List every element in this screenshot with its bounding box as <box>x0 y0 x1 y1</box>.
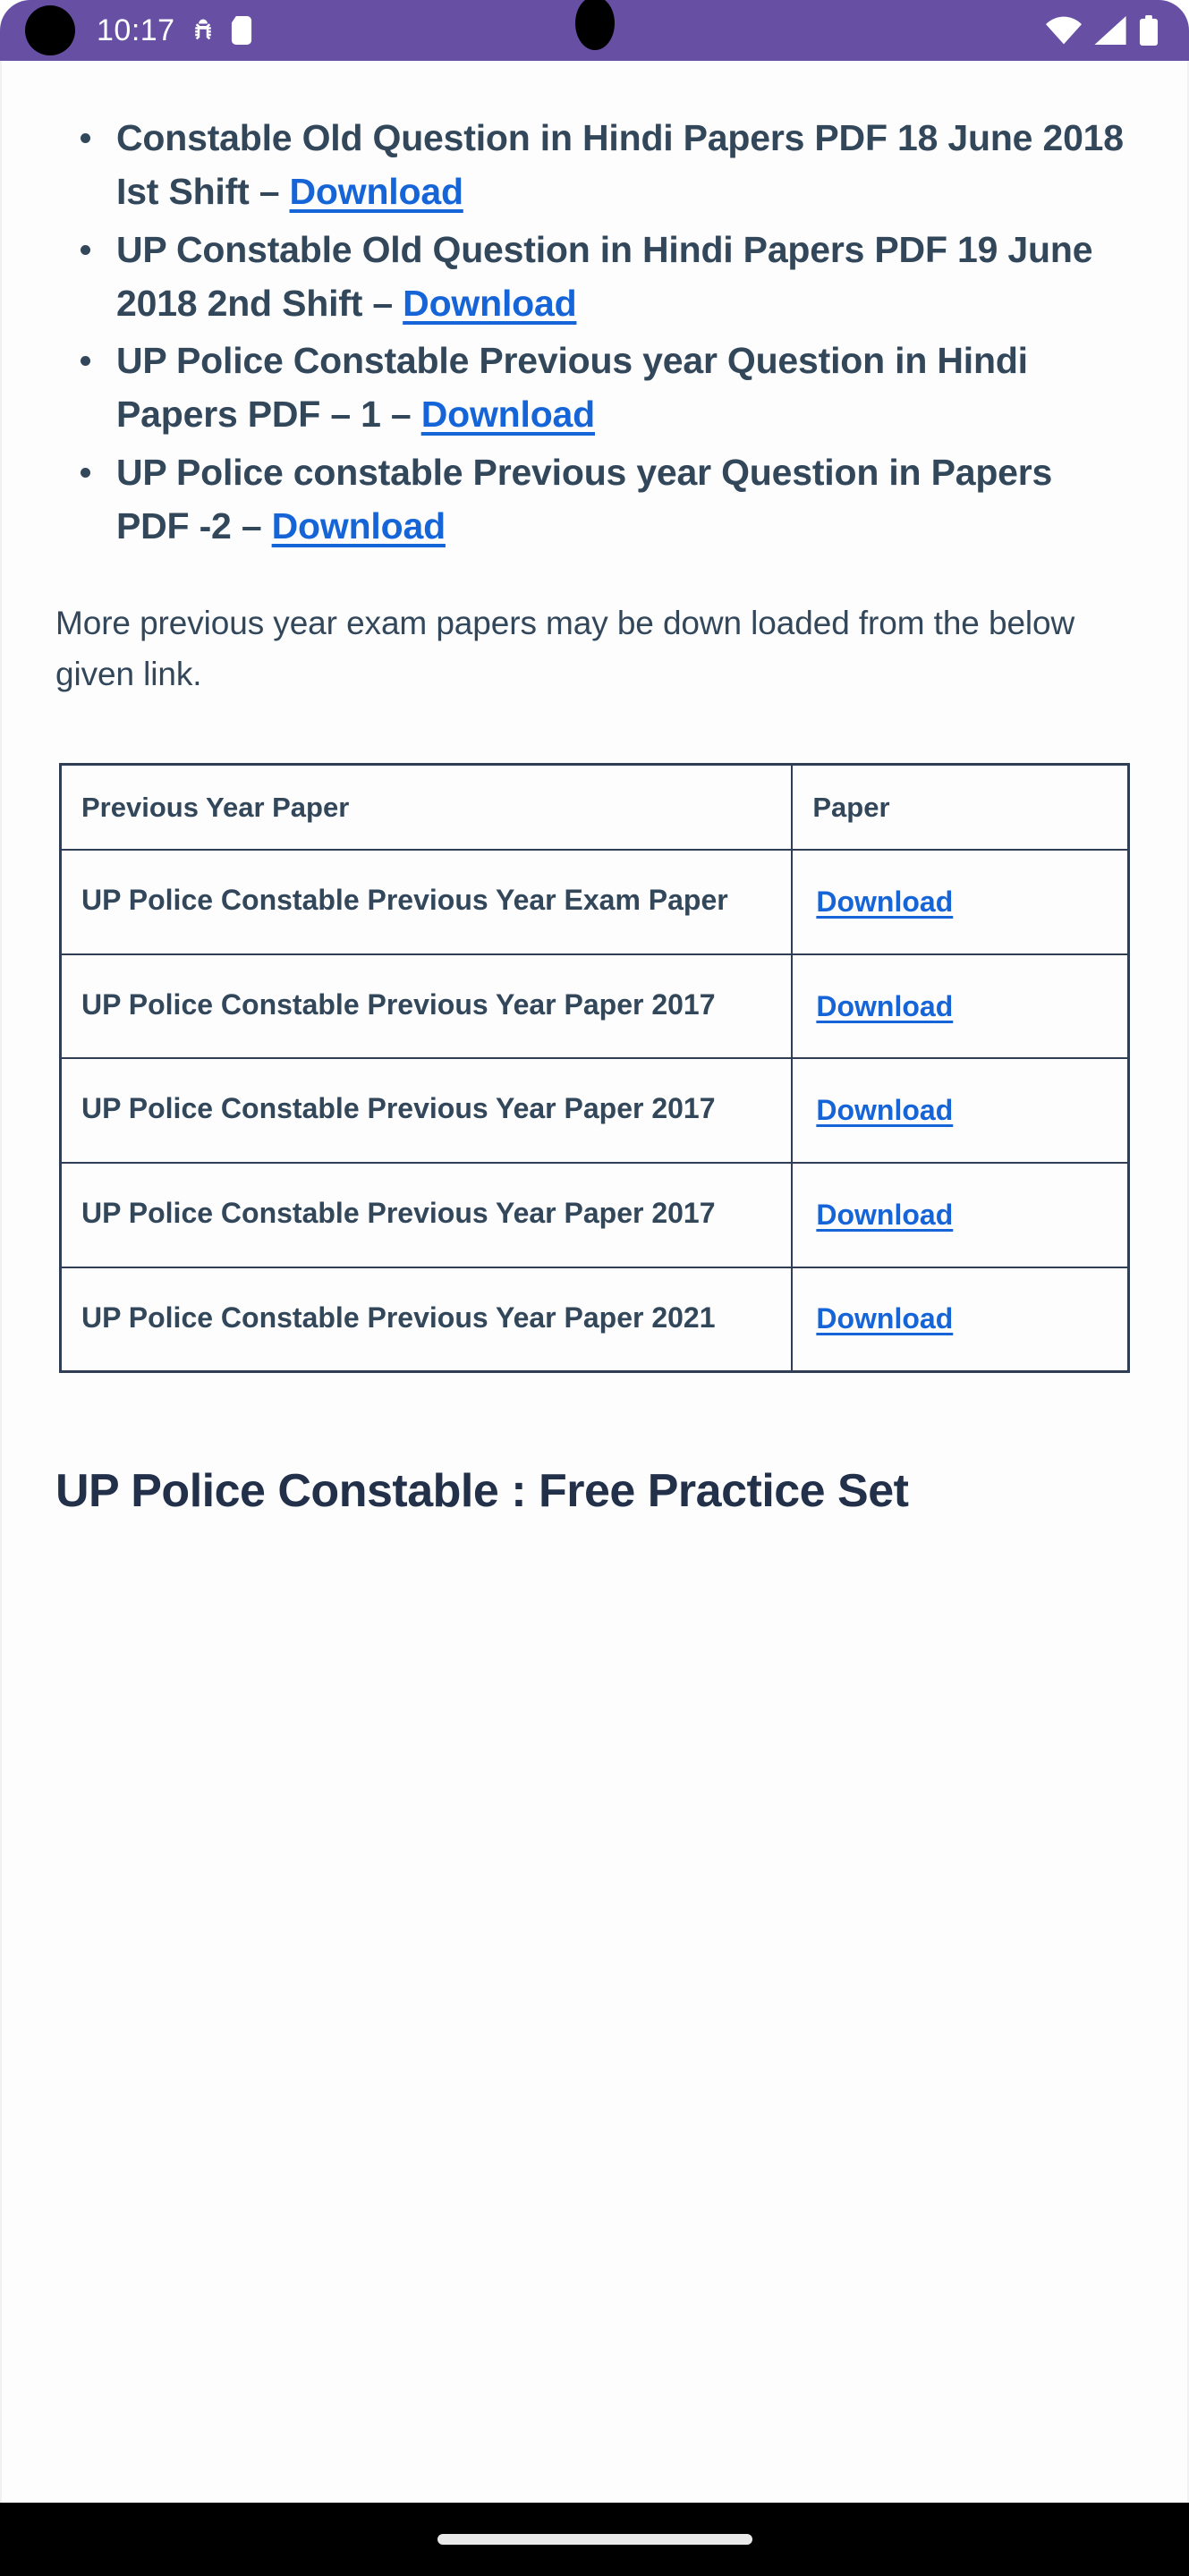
status-bar-right <box>1046 15 1159 46</box>
web-page-content: Constable Old Question in Hindi Papers P… <box>0 61 1189 2503</box>
section-heading-container: UP Police Constable : Free Practice Set <box>2 1459 1187 1525</box>
cellular-signal-icon <box>1094 16 1126 45</box>
list-item: UP Police Constable Previous year Questi… <box>55 334 1134 442</box>
list-item-text: UP Constable Old Question in Hindi Paper… <box>116 228 1093 324</box>
home-gesture-pill[interactable] <box>437 2534 752 2545</box>
paper-action-cell: Download <box>791 1266 1130 1373</box>
table-row: UP Police Constable Previous Year Paper … <box>59 953 1130 1060</box>
battery-icon <box>1139 15 1159 46</box>
table-row: UP Police Constable Previous Year Exam P… <box>59 849 1130 955</box>
download-link[interactable]: Download <box>816 886 953 918</box>
paper-action-cell: Download <box>791 1057 1130 1164</box>
paper-action-cell: Download <box>791 1161 1130 1268</box>
download-link[interactable]: Download <box>816 1094 953 1126</box>
download-link[interactable]: Download <box>290 171 463 212</box>
download-link[interactable]: Download <box>816 1302 953 1335</box>
download-link[interactable]: Download <box>816 1199 953 1231</box>
sd-card-icon <box>231 16 252 45</box>
previous-year-papers-table: Previous Year Paper Paper UP Police Cons… <box>59 762 1130 1374</box>
camera-punch-hole-left <box>25 5 75 55</box>
bug-icon <box>190 17 217 44</box>
camera-punch-hole-center <box>574 0 615 50</box>
android-navigation-bar <box>0 2503 1189 2576</box>
download-link[interactable]: Download <box>403 283 576 324</box>
paper-action-cell: Download <box>791 849 1130 955</box>
papers-table-container: Previous Year Paper Paper UP Police Cons… <box>2 762 1187 1374</box>
table-row: UP Police Constable Previous Year Paper … <box>59 1057 1130 1164</box>
paper-name-cell: UP Police Constable Previous Year Paper … <box>59 1161 794 1268</box>
download-link[interactable]: Download <box>816 990 953 1022</box>
list-item-text: Constable Old Question in Hindi Papers P… <box>116 117 1124 213</box>
list-item-text: UP Police constable Previous year Questi… <box>116 451 1053 547</box>
table-head: Previous Year Paper Paper <box>59 763 1130 852</box>
paper-name-cell: UP Police Constable Previous Year Paper … <box>59 1057 794 1164</box>
download-link[interactable]: Download <box>272 505 446 547</box>
table-header-row: Previous Year Paper Paper <box>59 763 1130 852</box>
phone-screen: 10:17 Constable Old Question in Hindi Pa… <box>0 0 1189 2576</box>
status-bar: 10:17 <box>0 0 1189 61</box>
paper-name-cell: UP Police Constable Previous Year Exam P… <box>59 849 794 955</box>
paper-action-cell: Download <box>791 953 1130 1060</box>
column-header-paper: Paper <box>791 763 1130 852</box>
list-item: UP Police constable Previous year Questi… <box>55 445 1134 554</box>
table-row: UP Police Constable Previous Year Paper … <box>59 1266 1130 1373</box>
intro-paragraph: More previous year exam papers may be do… <box>55 605 1075 693</box>
download-link[interactable]: Download <box>421 394 595 435</box>
previous-papers-bullet-list: Constable Old Question in Hindi Papers P… <box>55 61 1134 553</box>
column-header-previous-year-paper: Previous Year Paper <box>59 763 794 852</box>
paper-name-cell: UP Police Constable Previous Year Paper … <box>59 1266 794 1373</box>
list-item: Constable Old Question in Hindi Papers P… <box>55 111 1134 219</box>
table-row: UP Police Constable Previous Year Paper … <box>59 1161 1130 1268</box>
wifi-icon <box>1046 16 1082 45</box>
status-bar-left: 10:17 <box>25 5 252 55</box>
status-bar-clock: 10:17 <box>97 13 175 47</box>
article-body: Constable Old Question in Hindi Papers P… <box>2 61 1187 700</box>
list-item: UP Constable Old Question in Hindi Paper… <box>55 223 1134 331</box>
table-body: UP Police Constable Previous Year Exam P… <box>59 849 1130 1373</box>
paper-name-cell: UP Police Constable Previous Year Paper … <box>59 953 794 1060</box>
section-heading: UP Police Constable : Free Practice Set <box>55 1465 909 1518</box>
